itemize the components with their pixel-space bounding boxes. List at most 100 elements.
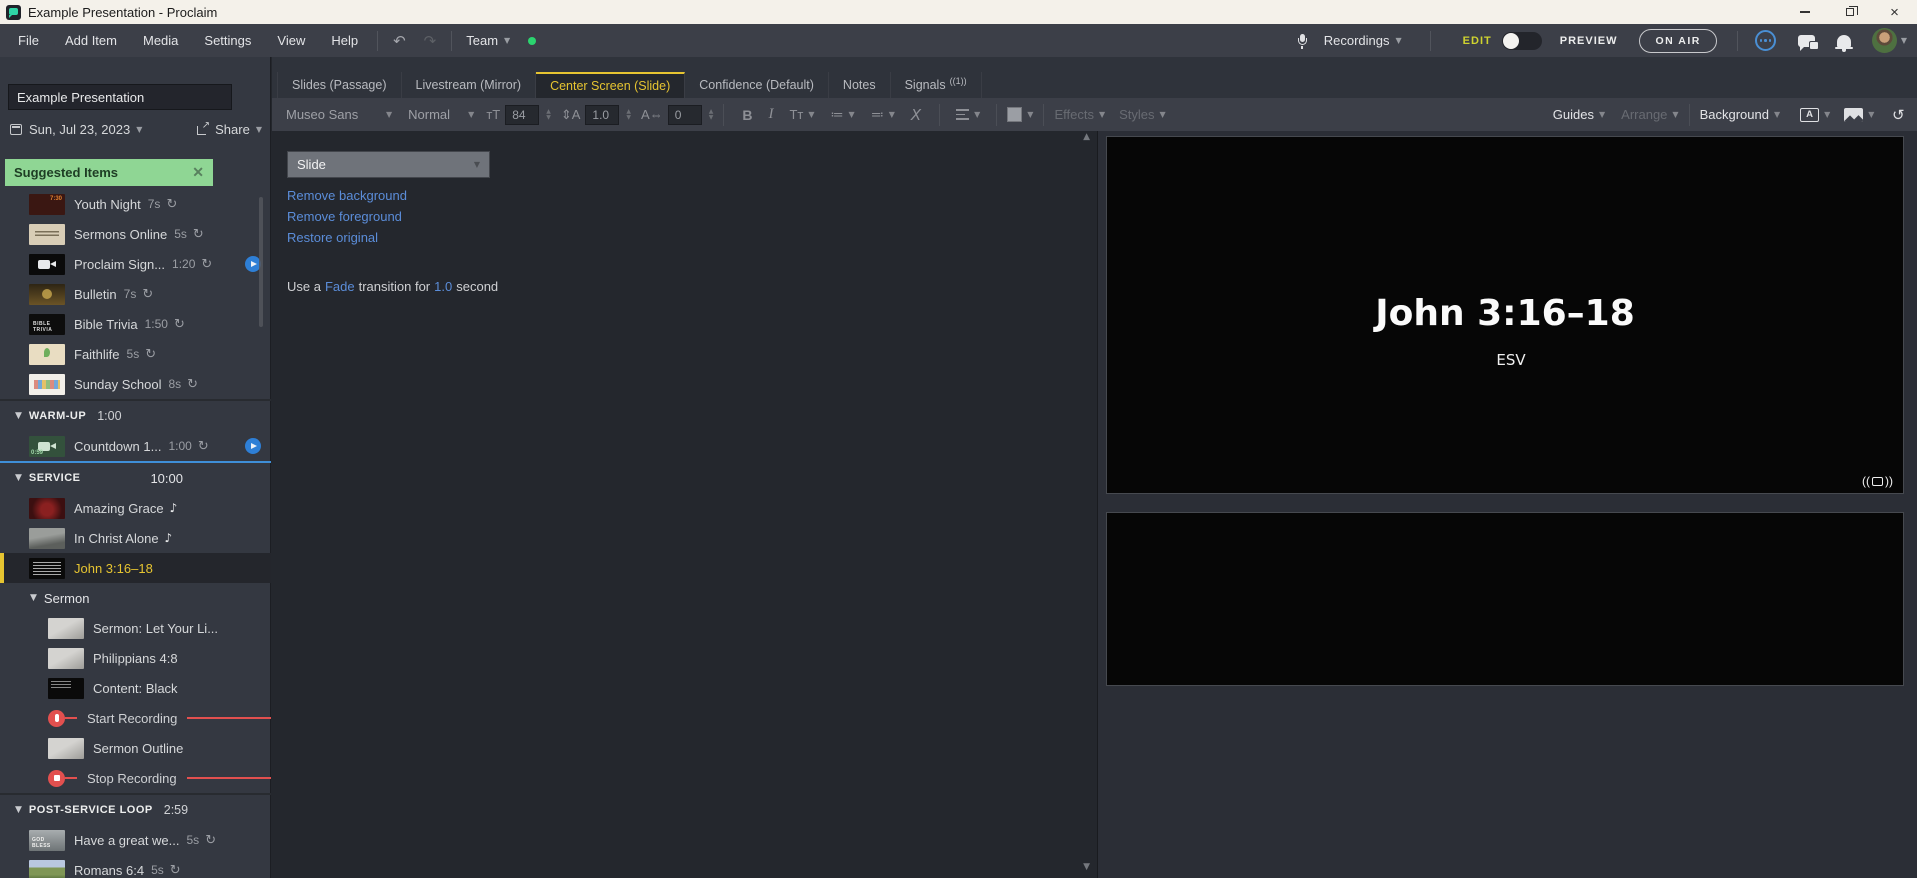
- stepper-icons[interactable]: ▲▼: [626, 109, 631, 120]
- chevron-down-icon[interactable]: ▼: [386, 110, 392, 119]
- tab-signals[interactable]: Signals ((1)): [891, 72, 982, 98]
- date-dropdown[interactable]: Sun, Jul 23, 2023 ▼: [29, 122, 142, 137]
- menu-media[interactable]: Media: [130, 24, 191, 57]
- list-item[interactable]: Sermons Online 5s ↻: [0, 219, 271, 249]
- recordings-dropdown[interactable]: Recordings ▼: [1316, 33, 1410, 48]
- reset-rotation-button[interactable]: ↻: [1892, 106, 1905, 124]
- microphone-icon: [1297, 34, 1308, 48]
- font-size-control[interactable]: ᴛT 84 ▲▼: [486, 105, 551, 125]
- restore-button[interactable]: [1827, 0, 1872, 24]
- italic-button[interactable]: I: [760, 106, 781, 123]
- record-stop-icon: [48, 770, 65, 787]
- list-item-start-recording[interactable]: Start Recording: [0, 703, 271, 733]
- bullet-list-dropdown[interactable]: ≔ ▼: [823, 107, 863, 123]
- list-item[interactable]: Faithlife 5s ↻: [0, 339, 271, 369]
- list-item-stop-recording[interactable]: Stop Recording: [0, 763, 271, 793]
- collapse-triangle-icon[interactable]: ▼: [30, 593, 37, 603]
- list-item[interactable]: Sermon Outline: [0, 733, 271, 763]
- indent-dropdown[interactable]: ≕ ▼: [863, 107, 903, 123]
- list-item[interactable]: Philippians 4:8: [0, 643, 271, 673]
- alignment-dropdown[interactable]: ▼: [950, 109, 986, 119]
- menu-settings[interactable]: Settings: [191, 24, 264, 57]
- list-item[interactable]: GOD BLESS Have a great we... 5s ↻: [0, 825, 271, 855]
- tab-notes[interactable]: Notes: [829, 72, 891, 98]
- team-dropdown[interactable]: Team ▼: [458, 33, 518, 48]
- minimize-button[interactable]: [1782, 0, 1827, 24]
- close-button[interactable]: ×: [1872, 0, 1917, 24]
- background-dropdown[interactable]: Background ▼: [1700, 107, 1781, 122]
- chevron-down-icon[interactable]: ▼: [1901, 36, 1907, 45]
- list-item[interactable]: In Christ Alone ♪: [0, 523, 271, 553]
- paragraph-style-dropdown[interactable]: Normal: [408, 107, 468, 122]
- remove-foreground-link[interactable]: Remove foreground: [287, 209, 407, 224]
- menu-help[interactable]: Help: [318, 24, 371, 57]
- menu-file[interactable]: File: [5, 24, 52, 57]
- divider: [939, 104, 940, 126]
- font-size-input[interactable]: 84: [505, 105, 539, 125]
- line-height-input[interactable]: 1.0: [585, 105, 619, 125]
- collapse-triangle-icon[interactable]: ▼: [15, 473, 22, 483]
- stepper-icons[interactable]: ▲▼: [546, 109, 551, 120]
- list-item-selected[interactable]: John 3:16–18: [0, 553, 271, 583]
- menu-view[interactable]: View: [264, 24, 318, 57]
- section-header-warm-up[interactable]: ▼ WARM-UP 1:00: [0, 401, 271, 431]
- list-item[interactable]: Bulletin 7s ↻: [0, 279, 271, 309]
- chat-icon[interactable]: [1798, 35, 1815, 47]
- transition-duration-link[interactable]: 1.0: [434, 279, 452, 294]
- scroll-up-icon[interactable]: ▲: [1083, 132, 1090, 142]
- help-menu-icon[interactable]: [1755, 30, 1776, 51]
- remove-background-link[interactable]: Remove background: [287, 188, 407, 203]
- text-case-dropdown[interactable]: Tᴛ ▼: [781, 107, 822, 122]
- chevron-down-icon[interactable]: ▼: [468, 110, 474, 119]
- line-height-control[interactable]: ⇕A 1.0 ▲▼: [561, 105, 631, 125]
- play-button[interactable]: [245, 438, 261, 454]
- close-icon[interactable]: ✕: [192, 164, 204, 181]
- font-family-dropdown[interactable]: Museo Sans: [286, 107, 386, 122]
- user-avatar[interactable]: [1872, 28, 1897, 53]
- tab-livestream-mirror[interactable]: Livestream (Mirror): [402, 72, 537, 98]
- tab-center-screen-slide[interactable]: Center Screen (Slide): [536, 72, 685, 98]
- tab-confidence-default[interactable]: Confidence (Default): [685, 72, 829, 98]
- menu-add-item[interactable]: Add Item: [52, 24, 130, 57]
- list-item[interactable]: Proclaim Sign... 1:20 ↻: [0, 249, 271, 279]
- presentation-title-input[interactable]: [8, 84, 232, 110]
- divider: [377, 31, 378, 51]
- collapse-triangle-icon[interactable]: ▼: [15, 411, 22, 421]
- on-air-button[interactable]: ON AIR: [1639, 29, 1716, 53]
- text-color-dropdown[interactable]: ▼: [1007, 107, 1033, 122]
- transition-type-link[interactable]: Fade: [325, 279, 355, 294]
- tab-slides-passage[interactable]: Slides (Passage): [277, 72, 402, 98]
- guides-dropdown[interactable]: Guides ▼: [1553, 107, 1605, 122]
- list-item[interactable]: Amazing Grace ♪: [0, 493, 271, 523]
- undo-icon[interactable]: ↶: [384, 32, 415, 50]
- collapse-triangle-icon[interactable]: ▼: [15, 805, 22, 815]
- thumbnail: 7:30: [29, 194, 65, 215]
- notifications-bell-icon[interactable]: [1837, 35, 1851, 47]
- share-button[interactable]: Share ▼: [197, 122, 262, 137]
- letter-spacing-control[interactable]: A⇔ 0 ▲▼: [641, 105, 713, 125]
- center-screen-preview[interactable]: John 3:16–18 ESV (()): [1106, 136, 1904, 494]
- insert-image-dropdown[interactable]: ▼: [1844, 108, 1874, 122]
- section-header-service[interactable]: ▼ SERVICE 10:00: [0, 463, 271, 493]
- scroll-down-icon[interactable]: ▼: [1083, 862, 1090, 872]
- secondary-preview[interactable]: [1106, 512, 1904, 686]
- list-item[interactable]: Content: Black: [0, 673, 271, 703]
- list-item[interactable]: Sunday School 8s ↻: [0, 369, 271, 399]
- sidebar-scrollbar[interactable]: [259, 197, 263, 327]
- list-item[interactable]: BIBLE TRIVIA Bible Trivia 1:50 ↻: [0, 309, 271, 339]
- bold-button[interactable]: B: [734, 107, 760, 123]
- section-header-post-service[interactable]: ▼ POST-SERVICE LOOP 2:59: [0, 795, 271, 825]
- list-item[interactable]: 7:30 Youth Night 7s ↻: [0, 189, 271, 219]
- element-type-select[interactable]: Slide ▼: [287, 151, 490, 178]
- clear-formatting-button[interactable]: 𝘟: [903, 106, 929, 124]
- letter-spacing-input[interactable]: 0: [668, 105, 702, 125]
- list-item[interactable]: 0:59 Countdown 1... 1:00 ↻: [0, 431, 271, 461]
- edit-preview-toggle[interactable]: [1502, 32, 1542, 50]
- list-item[interactable]: Sermon: Let Your Li...: [0, 613, 271, 643]
- insert-textbox-dropdown[interactable]: A ▼: [1800, 108, 1830, 122]
- group-header-sermon[interactable]: ▼ Sermon: [0, 583, 271, 613]
- loop-icon: ↻: [166, 197, 177, 212]
- stepper-icons[interactable]: ▲▼: [709, 109, 714, 120]
- list-item[interactable]: Romans 6:4 5s ↻: [0, 855, 271, 878]
- restore-original-link[interactable]: Restore original: [287, 230, 407, 245]
